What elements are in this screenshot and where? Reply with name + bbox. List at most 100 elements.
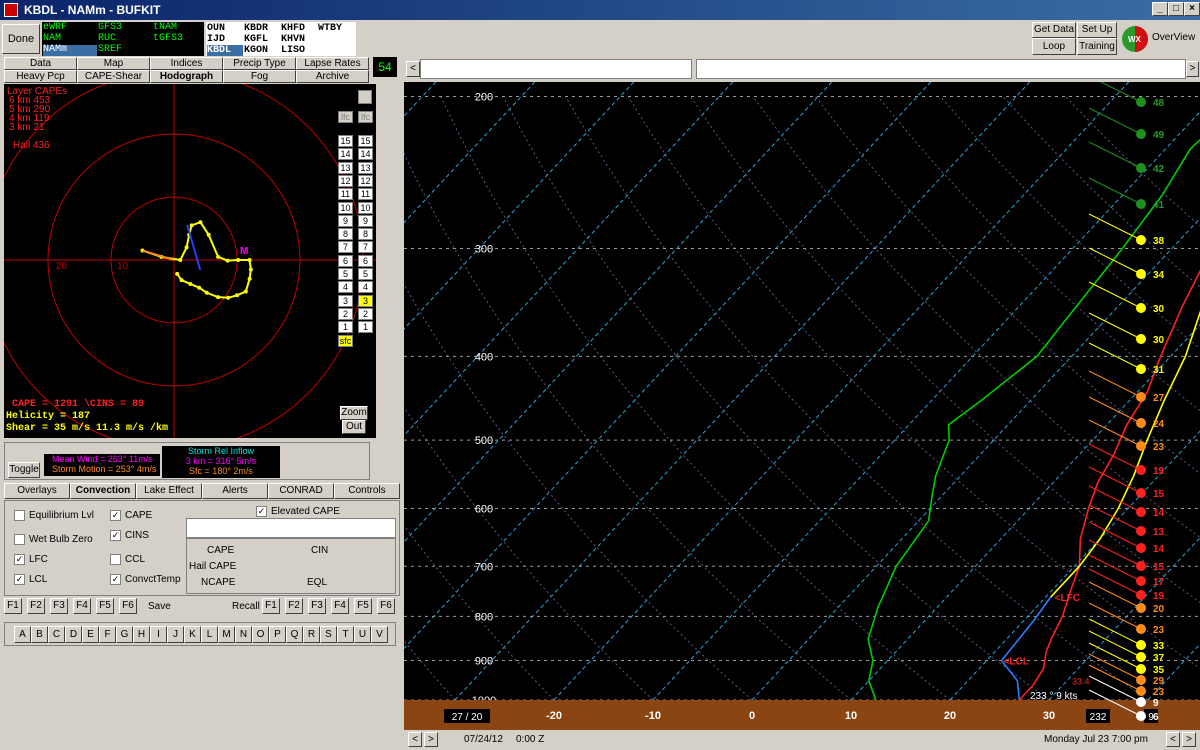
minimize-button[interactable]: _ (1152, 2, 1168, 16)
done-button[interactable]: Done (2, 24, 40, 54)
tab-lake-effect[interactable]: Lake Effect (136, 483, 202, 499)
lfc-left-button[interactable]: lfc (338, 111, 353, 123)
level-right-14[interactable]: 14 (358, 148, 373, 161)
frame-track-left[interactable] (420, 59, 692, 79)
tab-hodograph[interactable]: Hodograph (150, 70, 223, 83)
tab-convection[interactable]: Convection (70, 483, 136, 499)
letter-g[interactable]: G (116, 626, 133, 643)
level-left-11[interactable]: 11 (338, 188, 353, 201)
station-liso[interactable]: LISO (281, 45, 317, 56)
check-ccl[interactable]: CCL (110, 554, 145, 565)
convection-input[interactable] (186, 518, 396, 538)
check-lfc[interactable]: ✓ LFC (14, 554, 48, 565)
checkbox-icon[interactable]: ✓ (110, 510, 121, 521)
checkbox-icon[interactable] (14, 510, 25, 521)
station-selector[interactable]: OUN KBDR KHFD WTBY IJD KGFL KHVN KBDL KGON LISO (206, 22, 356, 56)
station-khfd[interactable]: KHFD (281, 23, 317, 34)
letter-i[interactable]: I (150, 626, 167, 643)
save-f5[interactable]: F5 (96, 598, 114, 614)
letter-l[interactable]: L (201, 626, 218, 643)
overview-label[interactable]: OverView (1152, 32, 1195, 43)
time-back-button[interactable]: < (408, 732, 422, 747)
time-forward-button[interactable]: > (424, 732, 438, 747)
recall-f2[interactable]: F2 (285, 598, 303, 614)
checkbox-icon[interactable]: ✓ (110, 574, 121, 585)
recall-f1[interactable]: F1 (262, 598, 280, 614)
toggle-button[interactable]: Toggle (8, 462, 40, 478)
letter-a[interactable]: A (14, 626, 31, 643)
check-equilibrium-lvl[interactable]: Equilibrium Lvl (14, 510, 94, 521)
checkbox-icon[interactable] (14, 534, 25, 545)
tab-indices[interactable]: Indices (150, 57, 223, 70)
hodograph-panel[interactable]: 20 10 M Layer CAPEs 6 km 453 5 km 290 4 km 1… (4, 84, 376, 438)
letter-b[interactable]: B (31, 626, 48, 643)
level-left-1[interactable]: 1 (338, 321, 353, 334)
close-button[interactable]: × (1184, 2, 1200, 16)
set-up-button[interactable]: Set Up (1077, 22, 1117, 38)
letter-o[interactable]: O (252, 626, 269, 643)
level-left-7[interactable]: 7 (338, 241, 353, 254)
station-oun[interactable]: OUN (207, 23, 243, 34)
save-f4[interactable]: F4 (73, 598, 91, 614)
frame-back-button[interactable]: < (406, 61, 420, 77)
letter-m[interactable]: M (218, 626, 235, 643)
tab-heavy-pcp[interactable]: Heavy Pcp (4, 70, 77, 83)
hodo-scale-button[interactable] (358, 90, 372, 104)
letter-u[interactable]: U (354, 626, 371, 643)
level-left-15[interactable]: 15 (338, 135, 353, 147)
time-prev-button[interactable]: < (1166, 732, 1180, 747)
checkbox-icon[interactable] (110, 554, 121, 565)
lfc-right-button[interactable]: lfc (358, 111, 373, 123)
recall-f3[interactable]: F3 (308, 598, 326, 614)
level-right-2[interactable]: 2 (358, 307, 373, 320)
checkbox-icon[interactable]: ✓ (110, 530, 121, 541)
save-f1[interactable]: F1 (4, 598, 22, 614)
level-left-3[interactable]: 3 (338, 294, 353, 307)
loop-button[interactable]: Loop (1032, 38, 1076, 55)
level-right-6[interactable]: 6 (358, 254, 373, 267)
letter-f[interactable]: F (99, 626, 116, 643)
level-right-15[interactable]: 15 (358, 135, 373, 147)
zoom-out-button[interactable]: Out (342, 420, 366, 434)
recall-f4[interactable]: F4 (331, 598, 349, 614)
level-right-12[interactable]: 12 (358, 174, 373, 187)
tab-overlays[interactable]: Overlays (4, 483, 70, 499)
level-right-10[interactable]: 10 (358, 201, 373, 214)
level-right-5[interactable]: 5 (358, 268, 373, 280)
level-left-4[interactable]: 4 (338, 281, 353, 294)
letter-c[interactable]: C (48, 626, 65, 643)
level-left-8[interactable]: 8 (338, 228, 353, 241)
tab-alerts[interactable]: Alerts (202, 483, 268, 499)
check-cins[interactable]: ✓ CINS (110, 530, 149, 541)
get-data-button[interactable]: Get Data (1032, 22, 1076, 38)
letter-t[interactable]: T (337, 626, 354, 643)
frame-track-right[interactable] (696, 59, 1186, 79)
training-button[interactable]: Training (1077, 38, 1117, 55)
level-left-sfc[interactable]: sfc (338, 334, 353, 347)
level-right-13[interactable]: 13 (358, 161, 373, 174)
station-ijd[interactable]: IJD (207, 34, 243, 45)
level-left-5[interactable]: 5 (338, 268, 353, 280)
level-right-1[interactable]: 1 (358, 321, 373, 334)
letter-k[interactable]: K (184, 626, 201, 643)
letter-r[interactable]: R (303, 626, 320, 643)
recall-f6[interactable]: F6 (377, 598, 395, 614)
checkbox-icon[interactable]: ✓ (14, 554, 25, 565)
zoom-button[interactable]: Zoom (340, 406, 368, 420)
frame-forward-button[interactable]: > (1186, 61, 1199, 77)
letter-v[interactable]: V (371, 626, 388, 643)
letter-j[interactable]: J (167, 626, 184, 643)
tab-map[interactable]: Map (77, 57, 150, 70)
tab-archive[interactable]: Archive (296, 70, 369, 83)
level-left-6[interactable]: 6 (338, 254, 353, 267)
recall-f5[interactable]: F5 (354, 598, 372, 614)
station-khvn[interactable]: KHVN (281, 34, 317, 45)
letter-n[interactable]: N (235, 626, 252, 643)
letter-e[interactable]: E (82, 626, 99, 643)
station-kbdl[interactable]: KBDL (207, 45, 243, 56)
maximize-button[interactable]: □ (1168, 2, 1184, 16)
level-right-3[interactable]: 3 (358, 294, 373, 307)
time-next-button[interactable]: > (1182, 732, 1196, 747)
level-left-12[interactable]: 12 (338, 174, 353, 187)
frame-slider-bar[interactable]: < > (404, 57, 1200, 81)
